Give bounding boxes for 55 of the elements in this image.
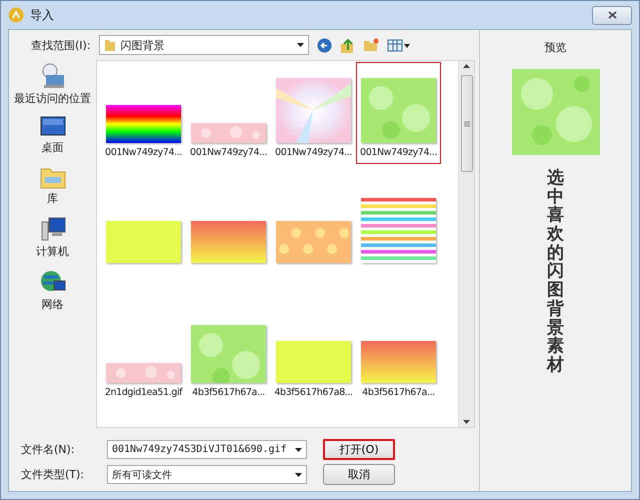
file-item[interactable]: 4b3f5617h67a...: [356, 302, 441, 404]
place-label: 网络: [42, 297, 64, 312]
computer-icon: [40, 216, 66, 242]
file-type-label: 文件类型(T):: [21, 467, 86, 482]
look-in-dropdown[interactable]: 闪图背景: [98, 35, 309, 55]
file-type-dropdown[interactable]: 所有可读文件: [107, 465, 307, 484]
view-menu-icon[interactable]: [386, 38, 411, 52]
file-item[interactable]: 4b3f5617h67a8...: [271, 302, 356, 404]
window-title: 导入: [30, 6, 54, 24]
close-button[interactable]: [592, 6, 632, 24]
preview-caption: 选中喜欢的闪图背景素材: [547, 169, 564, 375]
file-name: 001Nw749zy74...: [275, 147, 352, 158]
file-item[interactable]: 001Nw749zy74...: [186, 62, 271, 164]
preview-title: 预览: [544, 40, 566, 55]
file-name: 2n1dgid1ea51.gif: [104, 387, 182, 398]
dropdown-arrow-icon[interactable]: [295, 448, 302, 452]
place-item[interactable]: 网络: [38, 268, 66, 313]
file-name-label: 文件名(N):: [21, 442, 76, 457]
clock-computer-icon: [40, 63, 66, 89]
place-label: 库: [47, 191, 58, 206]
place-item[interactable]: 计算机: [35, 215, 70, 260]
file-item[interactable]: 2n1dgid1ea51.gif: [101, 302, 186, 404]
file-name: 4b3f5617h67a...: [362, 387, 435, 398]
file-item[interactable]: 001Nw749zy74...: [271, 62, 356, 164]
place-label: 最近访问的位置: [14, 91, 91, 106]
open-button[interactable]: 打开(O): [323, 439, 395, 460]
look-in-value: 闪图背景: [120, 38, 166, 52]
folder-icon: [104, 38, 116, 52]
place-item[interactable]: 库: [38, 164, 66, 207]
cancel-button[interactable]: 取消: [323, 464, 395, 485]
place-label: 计算机: [36, 244, 69, 259]
up-folder-icon[interactable]: [340, 38, 355, 52]
new-folder-icon[interactable]: [362, 38, 379, 52]
scrollbar[interactable]: [458, 61, 474, 427]
dropdown-arrow-icon[interactable]: [296, 43, 304, 47]
dropdown-arrow-icon[interactable]: [295, 472, 302, 476]
grip-icon: [464, 120, 470, 126]
file-item[interactable]: 001Nw749zy74...: [356, 62, 441, 164]
file-name: 001Nw749zy74...: [105, 147, 182, 158]
file-name: 4b3f5617h67a...: [192, 387, 265, 398]
scroll-thumb[interactable]: [460, 75, 472, 172]
desktop-icon: [40, 116, 66, 138]
app-logo-icon: [8, 7, 24, 23]
file-item[interactable]: 4b3f5617h67a...: [186, 302, 271, 404]
look-in-label: 查找范围(I):: [31, 38, 91, 52]
close-icon[interactable]: [608, 11, 616, 19]
file-name: 4b3f5617h67a8...: [274, 387, 353, 398]
place-item[interactable]: 桌面: [38, 115, 66, 156]
file-name-field[interactable]: 001Nw749zy74S3DiVJT01&690.gif: [107, 440, 307, 459]
place-item[interactable]: 最近访问的位置: [13, 62, 92, 107]
back-icon[interactable]: [316, 38, 332, 52]
file-name: 001Nw749zy74...: [360, 147, 437, 158]
file-item[interactable]: 001Nw749zy74...: [101, 62, 186, 164]
place-label: 桌面: [42, 140, 64, 155]
file-name: 001Nw749zy74...: [190, 147, 267, 158]
